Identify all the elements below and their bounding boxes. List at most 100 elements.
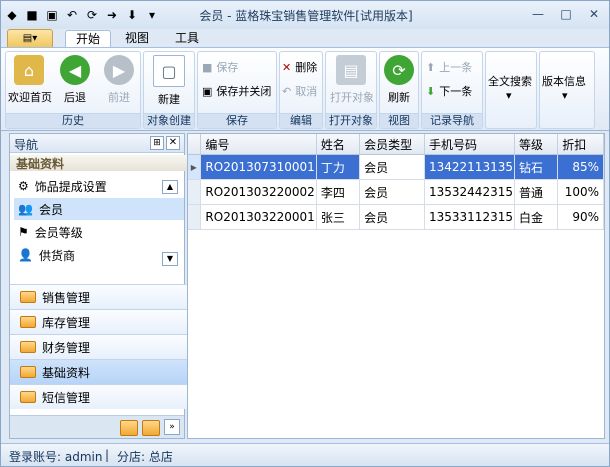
column-header[interactable]: 手机号码 — [424, 134, 515, 155]
table-row[interactable]: ▸ RO201307310001 丁力 会员 13422113135 钻石 85… — [188, 154, 604, 180]
nav-module-finance[interactable]: 财务管理 — [10, 334, 194, 359]
nav-footer: » — [10, 415, 184, 438]
new-document-icon: ▢ — [153, 55, 185, 87]
back-button[interactable]: ◀ 后退 — [54, 55, 96, 109]
minimize-icon[interactable]: — — [525, 5, 551, 23]
search-dropdown-icon[interactable]: ▾ — [506, 86, 512, 104]
column-header[interactable]: 姓名 — [316, 134, 361, 155]
column-header[interactable]: 折扣 — [557, 134, 604, 155]
save-as-icon[interactable]: ▣ — [43, 6, 61, 24]
group-record-nav: ⬆ 上一条 ⬇ 下一条 记录导航 — [421, 51, 483, 129]
folder-icon[interactable] — [120, 420, 138, 436]
nav-item-commission[interactable]: ⚙ 饰品提成设置 — [14, 175, 184, 197]
nav-module-inventory[interactable]: 库存管理 — [10, 309, 194, 334]
tab-home[interactable]: 开始 — [65, 30, 111, 48]
tab-tools[interactable]: 工具 — [165, 30, 209, 46]
save-button[interactable]: ■ 保存 — [202, 58, 238, 76]
save-close-button[interactable]: ▣ 保存并关闭 — [202, 82, 271, 100]
close-nav-icon[interactable]: ✕ — [166, 136, 180, 150]
column-header[interactable]: 会员类型 — [359, 134, 425, 155]
nav-module-sales[interactable]: 销售管理 — [10, 284, 194, 309]
cancel-button[interactable]: ↶ 取消 — [282, 82, 317, 100]
nav-module-basic-data[interactable]: 基础资料 — [10, 359, 194, 384]
forward-button[interactable]: ▶ 前进 — [98, 55, 140, 109]
cancel-icon: ↶ — [282, 84, 292, 98]
home-icon: ⌂ — [14, 55, 44, 85]
table-cell[interactable]: RO201303220001 — [200, 204, 317, 230]
delete-icon: ✕ — [282, 60, 292, 74]
next-record-button[interactable]: ⬇ 下一条 — [426, 82, 472, 100]
save-close-icon: ▣ — [202, 84, 213, 98]
tab-view[interactable]: 视图 — [115, 30, 159, 46]
row-header-corner — [188, 134, 202, 155]
nav-module-sms[interactable]: 短信管理 — [10, 384, 194, 409]
table-cell[interactable]: 13533112315 — [424, 204, 515, 230]
column-header[interactable]: 等级 — [514, 134, 559, 155]
app-menu-button[interactable]: ▤▾ — [7, 29, 53, 48]
folder-icon[interactable] — [142, 420, 160, 436]
table-cell[interactable]: 普通 — [514, 179, 559, 205]
refresh-button[interactable]: ⟳ 刷新 — [378, 55, 420, 109]
undo-icon[interactable]: ↶ — [63, 6, 81, 24]
table-cell[interactable]: 白金 — [514, 204, 559, 230]
title-bar: ◆ ■ ▣ ↶ ⟳ ➜ ⬇ ▾ 会员 - 蓝格珠宝销售管理软件[试用版本] — … — [1, 1, 609, 30]
row-pointer-icon: ▸ — [188, 154, 202, 180]
table-cell[interactable]: 85% — [557, 154, 604, 180]
table-cell[interactable]: 张三 — [316, 204, 361, 230]
expand-chevron-icon[interactable]: » — [164, 419, 180, 435]
table-cell[interactable]: RO201307310001 — [200, 154, 317, 180]
nav-header: 导航 ⊞ ✕ — [10, 134, 184, 153]
table-cell[interactable]: 100% — [557, 179, 604, 205]
table-cell[interactable]: 90% — [557, 204, 604, 230]
refresh-icon[interactable]: ⟳ — [83, 6, 101, 24]
status-bar: 登录账号: admin | 分店: 总店 — [1, 443, 609, 466]
table-row[interactable]: RO201303220002 李四 会员 13532442315 普通 100% — [188, 179, 604, 205]
column-header[interactable]: 编号 — [200, 134, 317, 155]
home-button[interactable]: ⌂ 欢迎首页 — [8, 55, 52, 109]
open-object-icon: ▤ — [336, 55, 366, 85]
app-menu-icon[interactable]: ◆ — [3, 6, 21, 24]
table-cell[interactable]: 13532442315 — [424, 179, 515, 205]
nav-item-member-level[interactable]: ⚑ 会员等级 — [14, 221, 184, 243]
back-icon: ◀ — [60, 55, 90, 85]
nav-section-title: 基础资料 — [10, 155, 188, 171]
folder-icon — [20, 291, 36, 303]
table-cell[interactable]: 李四 — [316, 179, 361, 205]
pin-icon[interactable]: ⊞ — [150, 136, 164, 150]
forward-icon[interactable]: ➜ — [103, 6, 121, 24]
login-account: 登录账号: admin — [9, 450, 103, 464]
branch-name: 分店: 总店 — [117, 450, 173, 464]
nav-item-supplier[interactable]: 👤 供货商 — [14, 244, 184, 266]
new-button[interactable]: ▢ 新建 — [148, 55, 190, 109]
down-arrow-icon: ⬇ — [426, 84, 436, 98]
table-row[interactable]: RO201303220001 张三 会员 13533112315 白金 90% — [188, 204, 604, 230]
table-cell[interactable]: 丁力 — [316, 154, 361, 180]
table-cell[interactable]: 会员 — [359, 154, 425, 180]
folder-icon — [20, 341, 36, 353]
table-cell[interactable]: 会员 — [359, 204, 425, 230]
delete-button[interactable]: ✕ 删除 — [282, 58, 317, 76]
table-cell[interactable]: 会员 — [359, 179, 425, 205]
member-icon: 👥 — [18, 202, 33, 216]
table-cell[interactable]: 13422113135 — [424, 154, 515, 180]
open-object-button[interactable]: ▤ 打开对象 — [330, 55, 374, 109]
table-cell[interactable]: RO201303220002 — [200, 179, 317, 205]
save-icon[interactable]: ■ — [23, 6, 41, 24]
nav-scroll-up-icon[interactable]: ▲ — [162, 180, 178, 194]
close-icon[interactable]: ✕ — [581, 5, 607, 23]
nav-item-member[interactable]: 👥 会员 — [14, 198, 184, 220]
prev-record-button[interactable]: ⬆ 上一条 — [426, 58, 472, 76]
member-grid: 编号 姓名 会员类型 手机号码 等级 折扣 ▸ RO201307310001 丁… — [187, 133, 605, 439]
save-icon: ■ — [202, 60, 213, 74]
refresh-icon: ⟳ — [384, 55, 414, 85]
window-controls: — □ ✕ — [525, 5, 607, 23]
table-cell[interactable]: 钻石 — [514, 154, 559, 180]
nav-scroll-down-icon[interactable]: ▼ — [162, 252, 178, 266]
version-dropdown-icon[interactable]: ▾ — [562, 86, 568, 104]
row-header — [188, 204, 202, 230]
maximize-icon[interactable]: □ — [553, 5, 579, 23]
forward-icon: ▶ — [104, 55, 134, 85]
member-level-icon: ⚑ — [18, 225, 29, 239]
down-icon[interactable]: ⬇ — [123, 6, 141, 24]
folder-icon — [20, 316, 36, 328]
